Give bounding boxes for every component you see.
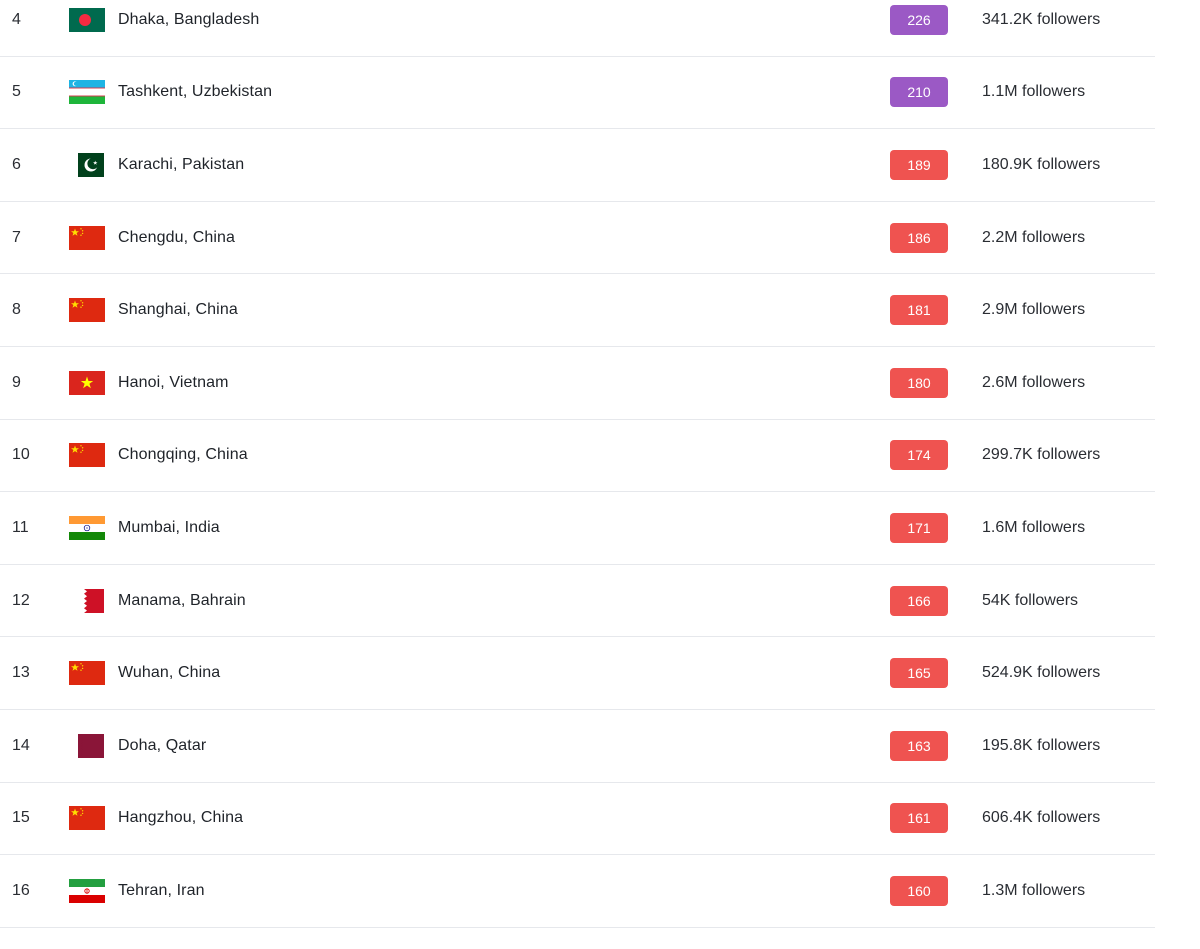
followers-count: 606.4K followers bbox=[982, 809, 1101, 827]
vietnam-flag-icon bbox=[69, 370, 105, 395]
india-flag-icon bbox=[69, 515, 105, 540]
score-badge: 165 bbox=[890, 658, 948, 689]
followers-count: 1.6M followers bbox=[982, 518, 1086, 536]
table-row[interactable]: 5 Tashkent, Uzbekistan 210 1.1M follower… bbox=[0, 57, 1155, 130]
bahrain-flag-icon bbox=[78, 588, 104, 613]
rank-number: 7 bbox=[12, 228, 21, 246]
table-row[interactable]: 4 Dhaka, Bangladesh 226 341.2K followers bbox=[0, 0, 1155, 57]
score-badge: 163 bbox=[890, 730, 948, 761]
score-badge: 171 bbox=[890, 512, 948, 543]
city-name[interactable]: Hangzhou, China bbox=[118, 809, 243, 827]
score-badge: 160 bbox=[890, 875, 948, 906]
score-badge: 180 bbox=[890, 367, 948, 398]
city-name[interactable]: Hanoi, Vietnam bbox=[118, 374, 229, 392]
followers-count: 341.2K followers bbox=[982, 10, 1101, 28]
uzbekistan-flag-icon bbox=[69, 80, 105, 105]
table-row[interactable]: 10 Chongqing, China 174 299.7K followers bbox=[0, 420, 1155, 493]
table-row[interactable]: 13 Wuhan, China 165 524.9K followers bbox=[0, 637, 1155, 710]
china-flag-icon bbox=[69, 443, 105, 468]
china-flag-icon bbox=[69, 225, 105, 250]
table-row[interactable]: 11 Mumbai, India 171 1.6M followers bbox=[0, 492, 1155, 565]
followers-count: 2.2M followers bbox=[982, 228, 1086, 246]
table-row[interactable]: 8 Shanghai, China 181 2.9M followers bbox=[0, 274, 1155, 347]
rank-number: 16 bbox=[12, 881, 30, 899]
city-name[interactable]: Doha, Qatar bbox=[118, 737, 206, 755]
rank-number: 14 bbox=[12, 736, 30, 754]
rank-number: 15 bbox=[12, 809, 30, 827]
followers-count: 1.3M followers bbox=[982, 881, 1086, 899]
score-badge: 166 bbox=[890, 585, 948, 616]
rank-number: 11 bbox=[12, 518, 29, 536]
rank-number: 8 bbox=[12, 301, 21, 319]
score-badge: 210 bbox=[890, 77, 948, 108]
score-badge: 174 bbox=[890, 440, 948, 471]
score-badge: 181 bbox=[890, 295, 948, 326]
followers-count: 54K followers bbox=[982, 591, 1079, 609]
rank-number: 4 bbox=[12, 10, 21, 28]
followers-count: 2.6M followers bbox=[982, 373, 1086, 391]
followers-count: 2.9M followers bbox=[982, 301, 1086, 319]
score-badge: 189 bbox=[890, 149, 948, 180]
pakistan-flag-icon bbox=[78, 152, 104, 177]
table-row[interactable]: 14 Doha, Qatar 163 195.8K followers bbox=[0, 710, 1155, 783]
bangladesh-flag-icon bbox=[69, 7, 105, 32]
city-name[interactable]: Tashkent, Uzbekistan bbox=[118, 83, 272, 101]
china-flag-icon bbox=[69, 661, 105, 686]
followers-count: 524.9K followers bbox=[982, 664, 1101, 682]
followers-count: 299.7K followers bbox=[982, 446, 1101, 464]
city-name[interactable]: Tehran, Iran bbox=[118, 882, 205, 900]
china-flag-icon bbox=[69, 806, 105, 831]
followers-count: 195.8K followers bbox=[982, 736, 1101, 754]
city-name[interactable]: Dhaka, Bangladesh bbox=[118, 11, 259, 29]
score-badge: 161 bbox=[890, 803, 948, 834]
table-row[interactable]: 12 Manama, Bahrain 166 54K followers bbox=[0, 565, 1155, 638]
rank-number: 13 bbox=[12, 664, 30, 682]
city-ranking-table: 4 Dhaka, Bangladesh 226 341.2K followers… bbox=[0, 0, 1155, 928]
rank-number: 12 bbox=[12, 591, 30, 609]
table-row[interactable]: 16 Tehran, Iran 160 1.3M followers bbox=[0, 855, 1155, 928]
iran-flag-icon bbox=[69, 878, 105, 903]
table-row[interactable]: 6 Karachi, Pakistan 189 180.9K followers bbox=[0, 129, 1155, 202]
china-flag-icon bbox=[69, 298, 105, 323]
city-name[interactable]: Manama, Bahrain bbox=[118, 592, 246, 610]
followers-count: 180.9K followers bbox=[982, 155, 1101, 173]
followers-count: 1.1M followers bbox=[982, 83, 1086, 101]
city-name[interactable]: Chengdu, China bbox=[118, 229, 235, 247]
rank-number: 9 bbox=[12, 373, 21, 391]
rank-number: 10 bbox=[12, 446, 30, 464]
table-row[interactable]: 7 Chengdu, China 186 2.2M followers bbox=[0, 202, 1155, 275]
qatar-flag-icon bbox=[78, 733, 104, 758]
city-name[interactable]: Wuhan, China bbox=[118, 664, 220, 682]
score-badge: 186 bbox=[890, 222, 948, 253]
rank-number: 5 bbox=[12, 83, 21, 101]
city-name[interactable]: Karachi, Pakistan bbox=[118, 156, 244, 174]
table-row[interactable]: 9 Hanoi, Vietnam 180 2.6M followers bbox=[0, 347, 1155, 420]
city-name[interactable]: Chongqing, China bbox=[118, 446, 248, 464]
city-name[interactable]: Shanghai, China bbox=[118, 301, 238, 319]
score-badge: 226 bbox=[890, 4, 948, 35]
table-row[interactable]: 15 Hangzhou, China 161 606.4K followers bbox=[0, 783, 1155, 856]
city-name[interactable]: Mumbai, India bbox=[118, 519, 220, 537]
rank-number: 6 bbox=[12, 155, 21, 173]
